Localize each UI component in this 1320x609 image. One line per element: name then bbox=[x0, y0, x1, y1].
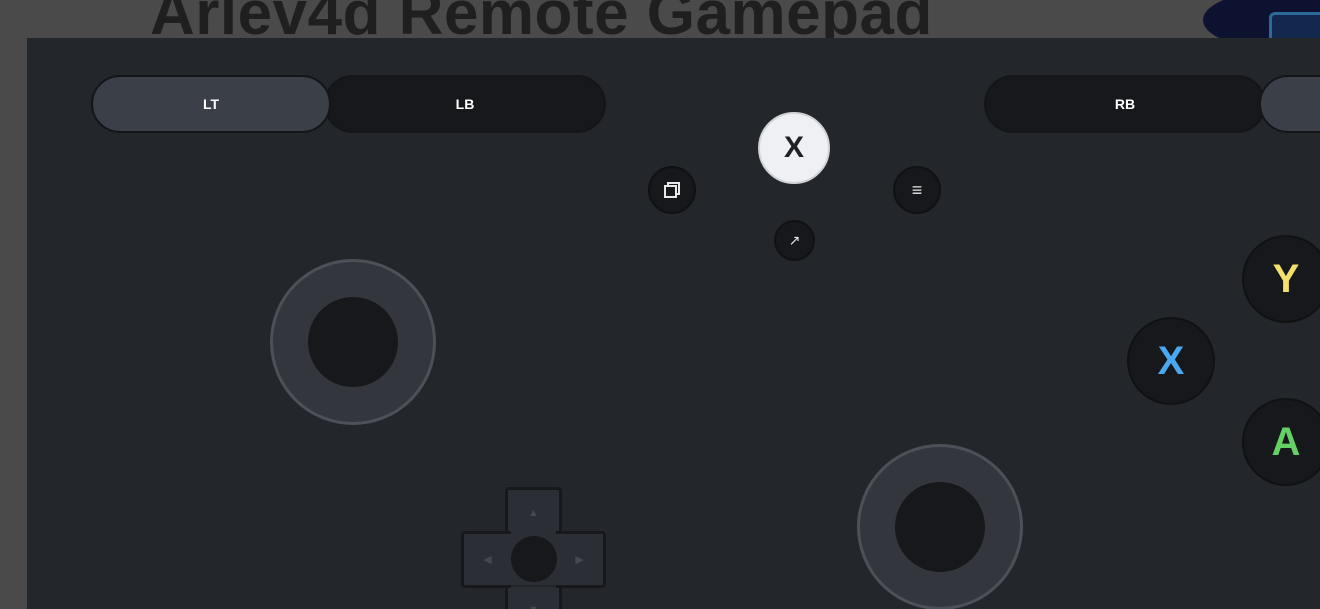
dpad-center bbox=[511, 536, 557, 582]
a-button[interactable]: A bbox=[1242, 398, 1320, 486]
x-button[interactable]: X bbox=[1127, 317, 1215, 405]
lb-bumper-button[interactable]: LB bbox=[324, 75, 606, 133]
lt-trigger-button[interactable]: LT bbox=[91, 75, 331, 133]
view-button[interactable] bbox=[648, 166, 696, 214]
view-icon bbox=[664, 182, 680, 198]
expand-icon: ↗ bbox=[788, 232, 801, 248]
dpad-up-button[interactable]: ▲ bbox=[505, 487, 562, 535]
dpad-left-button[interactable]: ◀ bbox=[461, 531, 511, 588]
right-joystick[interactable] bbox=[857, 444, 1023, 609]
rt-trigger-button[interactable] bbox=[1259, 75, 1320, 133]
left-joystick-knob[interactable] bbox=[308, 297, 398, 387]
menu-button[interactable]: ≡ bbox=[893, 166, 941, 214]
dpad-down-button[interactable]: ▼ bbox=[505, 587, 562, 609]
menu-icon: ≡ bbox=[911, 179, 923, 200]
dpad-right-button[interactable]: ▶ bbox=[556, 531, 606, 588]
gamepad-panel: LT LB RB X ≡ ↗ Y X A ▲ ▼ ◀ ▶ bbox=[27, 38, 1320, 609]
guide-button[interactable]: X bbox=[758, 112, 830, 184]
expand-button[interactable]: ↗ bbox=[774, 220, 815, 261]
y-button[interactable]: Y bbox=[1242, 235, 1320, 323]
rb-bumper-button[interactable]: RB bbox=[984, 75, 1266, 133]
right-joystick-knob[interactable] bbox=[895, 482, 985, 572]
left-joystick[interactable] bbox=[270, 259, 436, 425]
